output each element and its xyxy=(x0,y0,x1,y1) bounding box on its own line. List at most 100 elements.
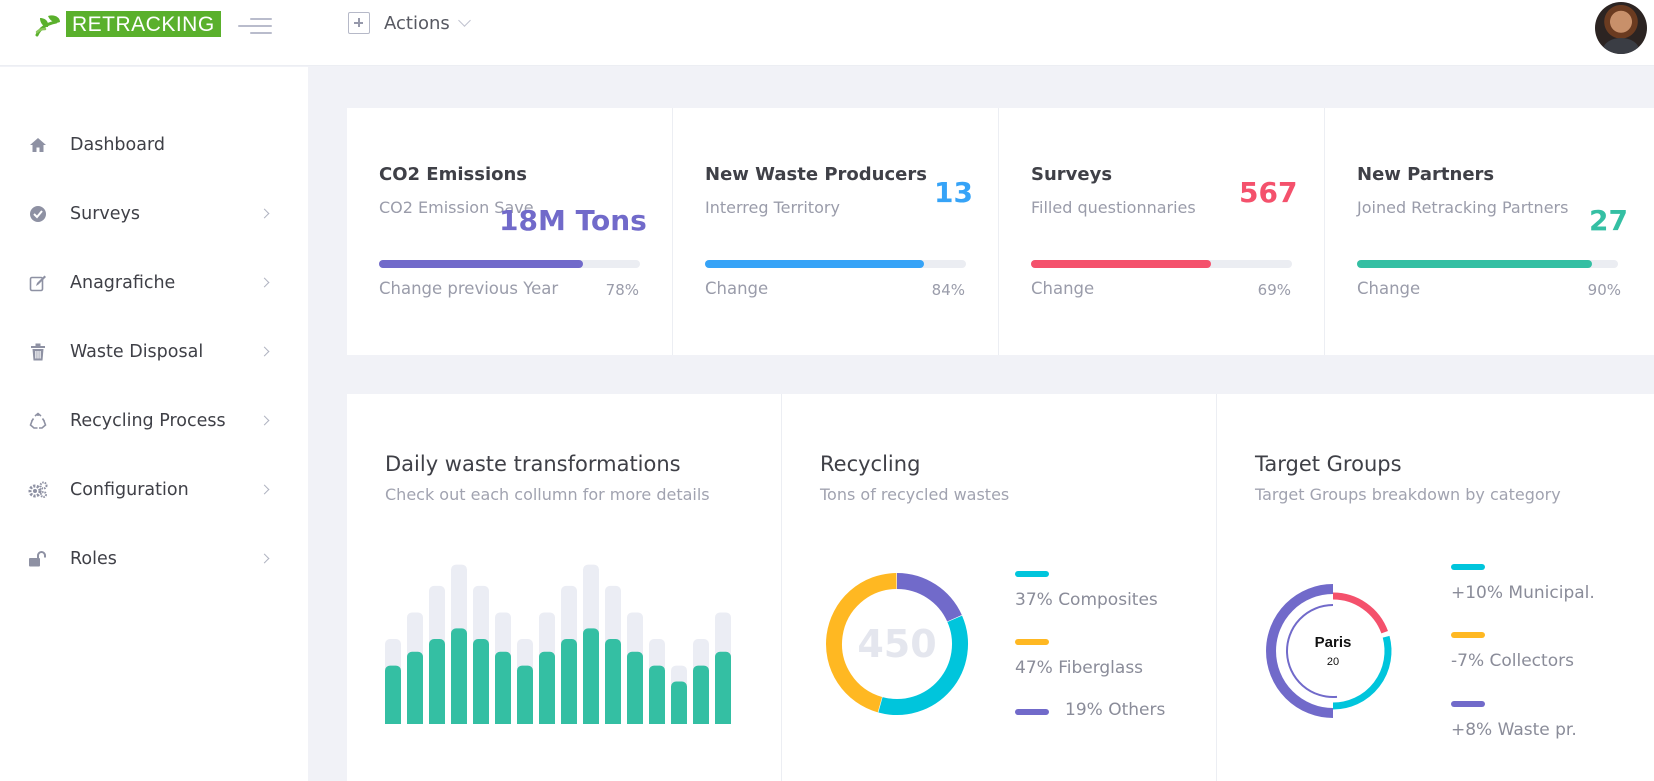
user-avatar[interactable] xyxy=(1595,2,1647,54)
bar[interactable] xyxy=(561,639,577,724)
donut-center-value: 450 xyxy=(857,622,936,666)
stat-progress xyxy=(379,260,640,268)
stat-subtitle: Interreg Territory xyxy=(705,198,840,217)
panel-title: Target Groups xyxy=(1255,452,1402,476)
sidebar-item-surveys[interactable]: Surveys xyxy=(28,194,278,234)
sidebar-item-roles[interactable]: Roles xyxy=(28,539,278,579)
actions-dropdown[interactable]: Actions xyxy=(348,12,471,34)
bar[interactable] xyxy=(473,639,489,724)
home-icon xyxy=(28,135,48,155)
donut-inner-ring xyxy=(1286,604,1338,698)
stat-title: New Waste Producers xyxy=(705,164,927,185)
daily-waste-panel: Daily waste transformations Check out ea… xyxy=(347,394,782,781)
bar[interactable] xyxy=(693,665,709,724)
sidebar-item-label: Recycling Process xyxy=(70,411,226,431)
sidebar-item-label: Configuration xyxy=(70,480,189,500)
brand-logo[interactable]: RETRACKING xyxy=(34,10,221,38)
stat-co2-emissions: CO2 Emissions CO2 Emission Save 18M Tons… xyxy=(347,108,673,355)
legend-label: +8% Waste pr. xyxy=(1451,720,1577,740)
stat-progress xyxy=(1357,260,1618,268)
donut-slice-highlight[interactable] xyxy=(1332,592,1388,634)
stat-new-partners: New Partners Joined Retracking Partners … xyxy=(1325,108,1654,355)
stat-value: 18M Tons xyxy=(499,204,647,237)
sidebar-item-recycling-process[interactable]: Recycling Process xyxy=(28,401,278,441)
bar[interactable] xyxy=(715,651,731,724)
sidebar-item-waste-disposal[interactable]: Waste Disposal xyxy=(28,332,278,372)
sidebar-item-label: Waste Disposal xyxy=(70,342,204,362)
check-circle-icon xyxy=(28,204,48,224)
stat-value: 13 xyxy=(934,176,973,209)
stat-change-pct: 84% xyxy=(931,281,965,299)
plus-square-icon xyxy=(348,12,370,34)
sidebar-item-configuration[interactable]: Configuration xyxy=(28,470,278,510)
brand-name: RETRACKING xyxy=(66,11,221,37)
donut-center-label: Paris xyxy=(1315,634,1352,651)
sidebar-item-label: Anagrafiche xyxy=(70,273,176,293)
bar[interactable] xyxy=(649,665,665,724)
legend-label: 19% Others xyxy=(1065,700,1166,720)
bar[interactable] xyxy=(605,639,621,724)
panel-title: Daily waste transformations xyxy=(385,452,681,476)
legend-label: 37% Composites xyxy=(1015,590,1158,610)
legend-swatch-composites xyxy=(1015,571,1049,577)
bar[interactable] xyxy=(451,628,467,724)
recycle-icon xyxy=(28,411,48,431)
stat-subtitle: Joined Retracking Partners xyxy=(1357,198,1569,217)
stat-value: 27 xyxy=(1589,204,1628,237)
bar[interactable] xyxy=(583,628,599,724)
top-bar: RETRACKING Actions xyxy=(0,0,1654,66)
chevron-right-icon xyxy=(259,277,270,288)
edit-icon xyxy=(28,273,48,293)
recycling-panel: Recycling Tons of recycled wastes 450 37… xyxy=(782,394,1217,781)
legend-swatch-waste-pr xyxy=(1451,701,1485,707)
panel-title: Recycling xyxy=(820,452,921,476)
unlock-icon xyxy=(28,549,48,569)
sidebar-item-anagrafiche[interactable]: Anagrafiche xyxy=(28,263,278,303)
stat-title: New Partners xyxy=(1357,164,1495,185)
charts-card: Daily waste transformations Check out ea… xyxy=(347,394,1654,781)
chevron-right-icon xyxy=(259,484,270,495)
bar[interactable] xyxy=(627,651,643,724)
chevron-right-icon xyxy=(259,346,270,357)
panel-subtitle: Tons of recycled wastes xyxy=(820,485,1010,504)
sidebar-item-label: Dashboard xyxy=(70,135,165,155)
stat-title: CO2 Emissions xyxy=(379,164,528,185)
chevron-down-icon xyxy=(457,13,471,27)
stat-progress xyxy=(705,260,966,268)
bar[interactable] xyxy=(495,651,511,724)
leaf-logo-icon xyxy=(35,15,60,37)
bar[interactable] xyxy=(385,665,401,724)
stat-change-pct: 69% xyxy=(1257,281,1291,299)
donut-slice-others[interactable] xyxy=(896,573,962,622)
donut-slice-waste-pr[interactable] xyxy=(1266,584,1334,718)
recycling-donut-chart[interactable]: 450 xyxy=(817,564,977,724)
bar[interactable] xyxy=(539,651,555,724)
daily-waste-bar-chart[interactable] xyxy=(385,554,745,724)
sidebar-item-dashboard[interactable]: Dashboard xyxy=(28,125,278,165)
bar[interactable] xyxy=(517,665,533,724)
legend-label: -7% Collectors xyxy=(1451,651,1574,671)
chevron-right-icon xyxy=(259,415,270,426)
sidebar-item-label: Roles xyxy=(70,549,117,569)
stat-change-pct: 90% xyxy=(1587,281,1621,299)
stat-progress-fill xyxy=(1357,260,1592,268)
stat-change-label: Change xyxy=(705,279,769,298)
bar[interactable] xyxy=(671,681,687,725)
bar[interactable] xyxy=(407,651,423,724)
stat-progress-fill xyxy=(705,260,925,268)
trash-icon xyxy=(28,342,48,362)
chevron-right-icon xyxy=(259,553,270,564)
stat-surveys: Surveys Filled questionnaries 567 Change… xyxy=(999,108,1325,355)
stat-progress-fill xyxy=(1031,260,1212,268)
stat-title: Surveys xyxy=(1031,164,1113,185)
target-groups-panel: Target Groups Target Groups breakdown by… xyxy=(1217,394,1654,781)
donut-center-value: 20 xyxy=(1327,656,1339,668)
stats-card: CO2 Emissions CO2 Emission Save 18M Tons… xyxy=(347,108,1654,355)
stat-change-label: Change xyxy=(1357,279,1421,298)
target-groups-donut-chart[interactable]: Paris 20 xyxy=(1263,581,1403,721)
bar[interactable] xyxy=(429,639,445,724)
hamburger-icon[interactable] xyxy=(238,14,272,36)
cogs-icon xyxy=(28,480,48,500)
legend-swatch-collectors xyxy=(1451,632,1485,638)
stat-change-pct: 78% xyxy=(605,281,639,299)
